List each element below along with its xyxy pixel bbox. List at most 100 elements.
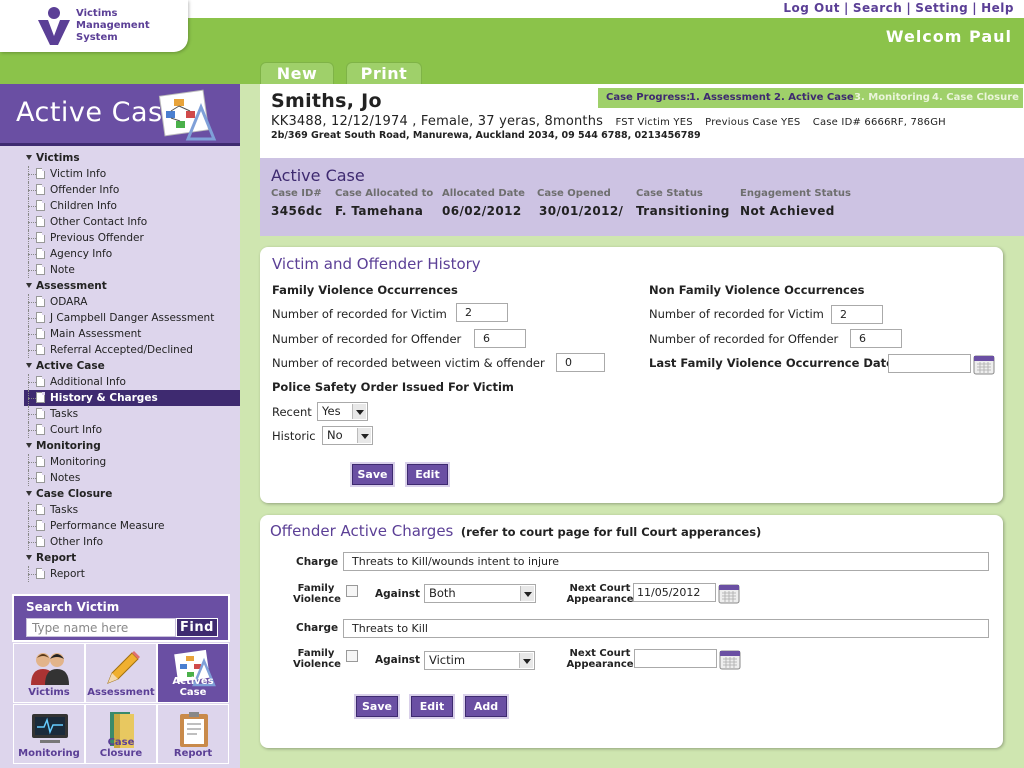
document-icon: [36, 248, 45, 259]
sidebar-item-history-charges[interactable]: History & Charges: [24, 390, 240, 406]
next-court-label-line-2: Appearance: [566, 659, 634, 670]
tile-case-closure[interactable]: Case Closure: [85, 704, 157, 764]
vms-logo-icon: [38, 7, 70, 45]
historic-select[interactable]: No: [322, 426, 373, 445]
against-label: Against: [375, 654, 421, 666]
charges-edit-button[interactable]: Edit: [411, 696, 453, 717]
history-save-button[interactable]: Save: [352, 464, 393, 485]
expand-triangle-icon[interactable]: [26, 443, 32, 448]
progress-step-3[interactable]: 3. Monitoring: [854, 92, 930, 103]
sidebar-item-notes[interactable]: Notes: [24, 470, 240, 486]
setting-link[interactable]: Setting: [915, 1, 968, 15]
help-link[interactable]: Help: [981, 1, 1014, 15]
expand-triangle-icon[interactable]: [26, 363, 32, 368]
document-icon: [36, 184, 45, 195]
expand-triangle-icon[interactable]: [26, 491, 32, 496]
logout-link[interactable]: Log Out: [783, 1, 840, 15]
calendar-icon[interactable]: [973, 353, 995, 375]
expand-triangle-icon[interactable]: [26, 155, 32, 160]
sidebar-item-additional-info[interactable]: Additional Info: [24, 374, 240, 390]
sidebar-item-referral-accepted-declined[interactable]: Referral Accepted/Declined: [24, 342, 240, 358]
sidebar-item-performance-measure[interactable]: Performance Measure: [24, 518, 240, 534]
tree-group-case-closure[interactable]: Case Closure: [24, 486, 240, 502]
tile-victims[interactable]: Victims: [13, 643, 85, 703]
sidebar-item-victim-info[interactable]: Victim Info: [24, 166, 240, 182]
sidebar-item-monitoring[interactable]: Monitoring: [24, 454, 240, 470]
fv-offender-count-input[interactable]: 6: [474, 329, 526, 348]
progress-step-1[interactable]: 1. Assessment: [689, 92, 771, 103]
charges-note: (refer to court page for full Court appe…: [460, 525, 762, 539]
patient-name: Smiths, Jo: [271, 90, 382, 112]
app-logo[interactable]: Victims Management System: [0, 0, 188, 52]
sidebar-item-tasks[interactable]: Tasks: [24, 406, 240, 422]
tree-group-active-case[interactable]: Active Case: [24, 358, 240, 374]
against-select-value: Both: [429, 586, 456, 600]
history-edit-button[interactable]: Edit: [407, 464, 448, 485]
sidebar-item-report[interactable]: Report: [24, 566, 240, 582]
calendar-icon[interactable]: [718, 582, 740, 604]
sidebar-item-court-info[interactable]: Court Info: [24, 422, 240, 438]
patient-details: KK3488, 12/12/1974 , Female, 37 yeras, 8…: [271, 114, 946, 129]
sidebar-item-tasks[interactable]: Tasks: [24, 502, 240, 518]
sidebar-item-other-info[interactable]: Other Info: [24, 534, 240, 550]
sidebar-item-agency-info[interactable]: Agency Info: [24, 246, 240, 262]
progress-step-4[interactable]: 4. Case Closure: [932, 92, 1019, 103]
tab-new[interactable]: New: [260, 62, 334, 84]
expand-triangle-icon[interactable]: [26, 555, 32, 560]
tree-group-monitoring[interactable]: Monitoring: [24, 438, 240, 454]
sidebar-item-offender-info[interactable]: Offender Info: [24, 182, 240, 198]
sidebar-item-other-contact-info[interactable]: Other Contact Info: [24, 214, 240, 230]
progress-step-2[interactable]: 2. Active Case: [774, 92, 854, 103]
family-violence-checkbox[interactable]: [346, 585, 358, 597]
last-fv-date-input[interactable]: [888, 354, 971, 373]
tile-victims-label: Victims: [28, 687, 70, 698]
sidebar-item-odara[interactable]: ODARA: [24, 294, 240, 310]
tile-actives-case[interactable]: Actives Case: [157, 643, 229, 703]
against-select[interactable]: Victim: [424, 651, 535, 670]
nfv-offender-count-input[interactable]: 6: [850, 329, 902, 348]
tree-branch: [28, 238, 36, 239]
allocated-date-label: Allocated Date: [442, 188, 525, 199]
tree-group-assessment[interactable]: Assessment: [24, 278, 240, 294]
charge-input[interactable]: Threats to Kill: [343, 619, 989, 638]
search-link[interactable]: Search: [853, 1, 902, 15]
search-victim-input[interactable]: [26, 618, 176, 637]
charges-add-button[interactable]: Add: [465, 696, 507, 717]
document-icon: [36, 424, 45, 435]
tree-branch: [28, 526, 36, 527]
against-select[interactable]: Both: [424, 584, 536, 603]
sidebar-item-main-assessment[interactable]: Main Assessment: [24, 326, 240, 342]
tree-group-label: Report: [36, 552, 77, 564]
expand-triangle-icon[interactable]: [26, 283, 32, 288]
sidebar-item-previous-offender[interactable]: Previous Offender: [24, 230, 240, 246]
family-violence-label: Family Violence: [293, 583, 341, 605]
fv-victim-count-input[interactable]: 2: [456, 303, 508, 322]
tree-group-label: Assessment: [36, 280, 107, 292]
recent-select[interactable]: Yes: [317, 402, 368, 421]
tile-assessment[interactable]: Assessment: [85, 643, 157, 703]
tree-branch: [28, 574, 36, 575]
nfv-victim-count-input[interactable]: 2: [831, 305, 883, 324]
next-court-date-input[interactable]: [634, 649, 717, 668]
sidebar-item-note[interactable]: Note: [24, 262, 240, 278]
calendar-icon[interactable]: [719, 648, 741, 670]
next-court-label-line-2: Appearance: [566, 594, 634, 605]
fv-between-count-input[interactable]: 0: [556, 353, 605, 372]
sidebar-item-children-info[interactable]: Children Info: [24, 198, 240, 214]
tab-print[interactable]: Print: [346, 62, 422, 84]
family-violence-checkbox[interactable]: [346, 650, 358, 662]
tree-group-report[interactable]: Report: [24, 550, 240, 566]
charges-save-button[interactable]: Save: [356, 696, 398, 717]
charge-input[interactable]: Threats to Kill/wounds intent to injure: [343, 552, 989, 571]
tile-report[interactable]: Report: [157, 704, 229, 764]
find-button[interactable]: Find: [176, 618, 218, 637]
recent-select-value: Yes: [322, 404, 341, 418]
tree-group-label: Active Case: [36, 360, 105, 372]
tile-monitoring[interactable]: Monitoring: [13, 704, 85, 764]
tree-group-victims[interactable]: Victims: [24, 150, 240, 166]
sidebar-item-label: Previous Offender: [50, 232, 144, 244]
sidebar-item-j-campbell-danger-assessment[interactable]: J Campbell Danger Assessment: [24, 310, 240, 326]
case-allocated-value: F. Tamehana: [335, 204, 424, 218]
search-victim-label: Search Victim: [26, 600, 120, 614]
next-court-date-input[interactable]: 11/05/2012: [633, 583, 716, 602]
